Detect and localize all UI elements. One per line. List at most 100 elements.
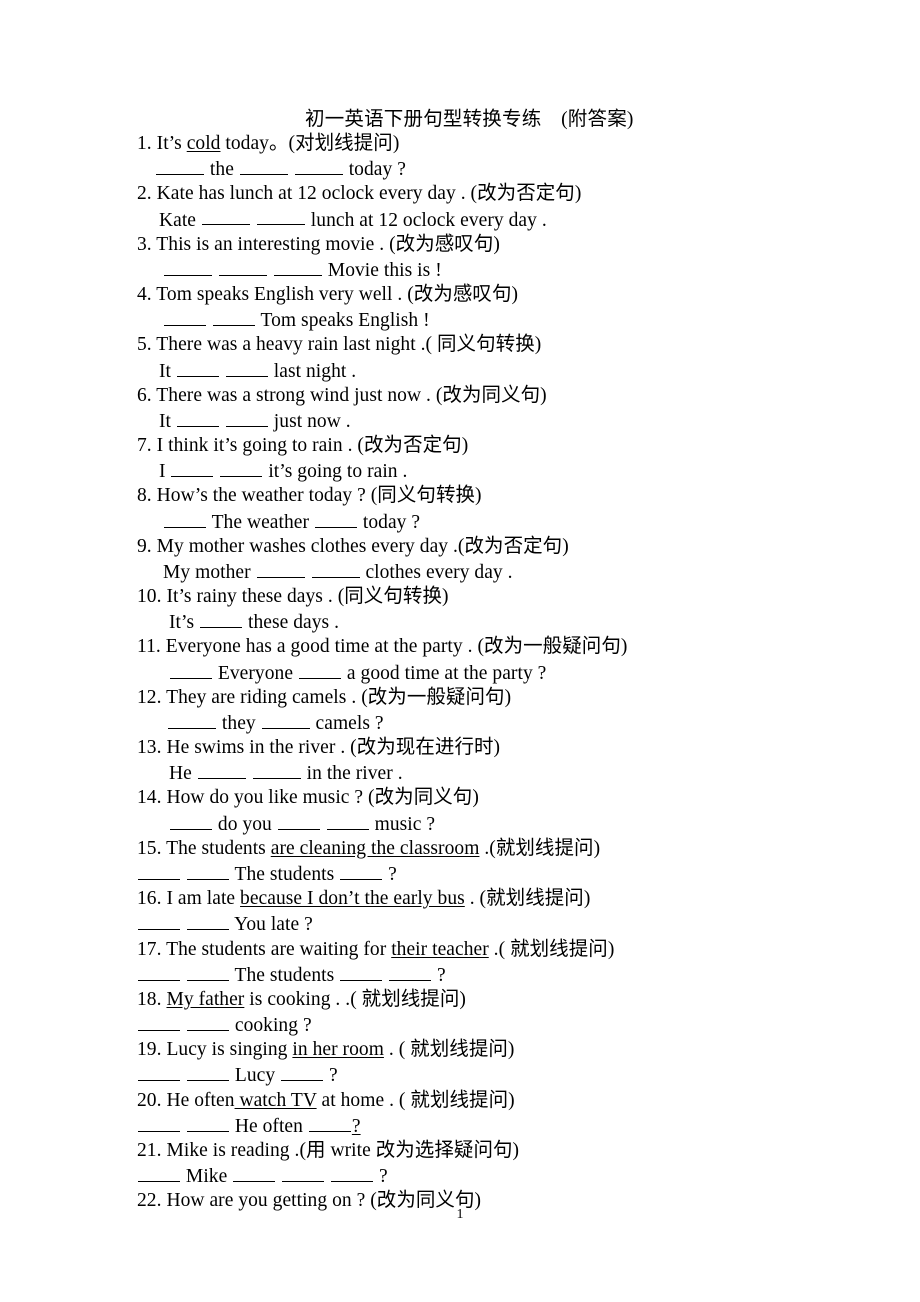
answer-blank[interactable]	[218, 257, 267, 276]
answer-blank[interactable]	[164, 509, 206, 528]
exercise-question-15: 15. The students are cleaning the classr…	[137, 837, 601, 859]
answer-blank[interactable]	[281, 1062, 324, 1082]
exercise-answer-17[interactable]: The students ?	[137, 962, 777, 988]
answer-blank[interactable]	[308, 1113, 351, 1132]
answer-blank[interactable]	[212, 307, 255, 327]
answer-blank[interactable]	[340, 962, 383, 981]
exercise-answer-12[interactable]: they camels ?	[137, 710, 777, 736]
answer-blank[interactable]	[138, 911, 180, 931]
exercise-question-21: 21. Mike is reading .(用 write 改为选择疑问句)	[137, 1139, 520, 1161]
answer-blank[interactable]	[170, 811, 212, 830]
exercise-question-20: 20. He often watch TV at home . ( 就划线提问)	[137, 1089, 515, 1111]
answer-blank[interactable]	[340, 861, 383, 880]
item-number-4: 4.	[137, 284, 152, 306]
answer-blank[interactable]	[239, 156, 288, 176]
underlined-phrase-1: cold	[186, 133, 221, 154]
answer-blank[interactable]	[138, 861, 180, 880]
exercise-answer-19[interactable]: Lucy ?	[137, 1062, 777, 1088]
answer-blank[interactable]	[186, 962, 229, 981]
answer-blank[interactable]	[311, 559, 360, 578]
exercise-answer-10[interactable]: It’s these days .	[137, 609, 777, 635]
answer-blank[interactable]	[282, 1163, 325, 1183]
exercise-answer-3[interactable]: Movie this is !	[137, 257, 777, 283]
answer-blank[interactable]	[170, 660, 212, 679]
exercise-question-12: 12. They are riding camels . (改为一般疑问句)	[137, 686, 512, 708]
underlined-phrase-18: My father	[166, 988, 245, 1010]
answer-blank[interactable]	[164, 257, 212, 276]
answer-blank[interactable]	[176, 408, 219, 427]
answer-blank[interactable]	[138, 1062, 180, 1082]
answer-blank[interactable]	[197, 760, 246, 780]
answer-blank[interactable]	[331, 1163, 374, 1183]
underlined-phrase-17: their teacher	[391, 938, 489, 960]
answer-blank[interactable]	[277, 811, 320, 830]
exercise-question-1: 1. It’s cold today。(对划线提问)	[137, 133, 400, 154]
answer-blank[interactable]	[256, 207, 305, 226]
answer-blank[interactable]	[201, 207, 250, 226]
exercise-question-7: 7. I think it’s going to rain . (改为否定句)	[137, 435, 469, 457]
answer-blank[interactable]	[389, 962, 432, 981]
answer-blank[interactable]	[186, 861, 229, 880]
answer-blank[interactable]	[138, 1012, 180, 1031]
answer-blank[interactable]	[314, 509, 357, 528]
answer-blank[interactable]	[186, 1062, 229, 1082]
item-number-12: 12.	[137, 686, 162, 708]
exercise-answer-14[interactable]: do you music ?	[137, 811, 777, 837]
exercise-question-4: 4. Tom speaks English very well . (改为感叹句…	[137, 284, 519, 306]
answer-blank[interactable]	[176, 358, 219, 377]
answer-blank[interactable]	[256, 559, 305, 578]
answer-blank[interactable]	[200, 609, 243, 629]
exercise-answer-11[interactable]: Everyone a good time at the party ?	[137, 660, 777, 686]
answer-blank[interactable]	[138, 1163, 180, 1183]
exercise-answer-1[interactable]: the today ?	[137, 156, 777, 182]
answer-blank[interactable]	[138, 962, 180, 981]
answer-blank[interactable]	[225, 358, 268, 377]
answer-blank[interactable]	[225, 408, 268, 427]
answer-blank[interactable]	[273, 257, 322, 276]
exercise-answer-2[interactable]: Kate lunch at 12 oclock every day .	[137, 207, 777, 233]
answer-blank[interactable]	[294, 156, 343, 176]
page-title: 初一英语下册句型转换专练 (附答案)	[305, 109, 634, 130]
answer-blank[interactable]	[261, 710, 310, 729]
answer-blank[interactable]	[164, 307, 206, 327]
item-number-1: 1.	[137, 133, 152, 154]
item-number-7: 7.	[137, 435, 152, 457]
exercise-answer-16[interactable]: You late ?	[137, 911, 777, 937]
answer-blank[interactable]	[233, 1163, 276, 1183]
item-number-10: 10.	[137, 586, 162, 608]
answer-blank-with-qmark[interactable]: ?	[308, 1116, 361, 1137]
exercise-answer-9[interactable]: My mother clothes every day .	[137, 559, 777, 585]
answer-blank[interactable]	[138, 1113, 180, 1132]
exercise-answer-21[interactable]: Mike ?	[137, 1163, 777, 1189]
exercise-answer-7[interactable]: I it’s going to rain .	[137, 458, 777, 484]
exercise-answer-18[interactable]: cooking ?	[137, 1012, 777, 1038]
exercise-question-8: 8. How’s the weather today ? (同义句转换)	[137, 485, 482, 507]
item-number-19: 19.	[137, 1039, 162, 1061]
exercise-answer-15[interactable]: The students ?	[137, 861, 777, 887]
answer-blank[interactable]	[186, 1113, 229, 1132]
exercise-answer-13[interactable]: He in the river .	[137, 760, 777, 786]
exercise-question-11: 11. Everyone has a good time at the part…	[137, 636, 628, 658]
answer-blank[interactable]	[252, 760, 301, 780]
item-number-5: 5.	[137, 334, 152, 356]
exercise-answer-4[interactable]: Tom speaks English !	[137, 307, 777, 333]
exercise-question-13: 13. He swims in the river . (改为现在进行时)	[137, 737, 501, 759]
exercise-answer-8[interactable]: The weather today ?	[137, 509, 777, 535]
item-number-15: 15.	[137, 837, 162, 859]
item-number-2: 2.	[137, 183, 152, 205]
item-number-11: 11.	[137, 636, 161, 658]
answer-blank[interactable]	[171, 458, 214, 478]
answer-blank[interactable]	[186, 1012, 229, 1031]
answer-blank[interactable]	[298, 660, 341, 679]
answer-blank[interactable]	[156, 156, 204, 176]
answer-blank[interactable]	[326, 811, 369, 830]
exercise-answer-20[interactable]: He often ?	[137, 1113, 777, 1139]
item-number-20: 20.	[137, 1089, 162, 1111]
exercise-question-18: 18. My father is cooking . .( 就划线提问)	[137, 988, 466, 1010]
answer-blank[interactable]	[220, 458, 263, 478]
exercise-question-2: 2. Kate has lunch at 12 oclock every day…	[137, 183, 582, 205]
answer-blank[interactable]	[186, 911, 229, 931]
answer-blank[interactable]	[168, 710, 216, 729]
exercise-answer-5[interactable]: It last night .	[137, 358, 777, 384]
exercise-answer-6[interactable]: It just now .	[137, 408, 777, 434]
